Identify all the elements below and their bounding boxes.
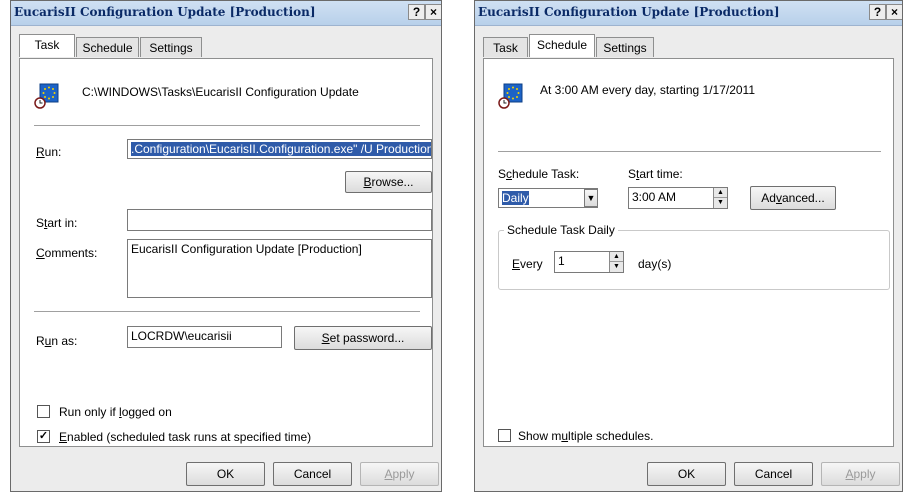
days-label: day(s) <box>638 257 672 271</box>
browse-button[interactable]: Browse... <box>345 171 432 193</box>
divider <box>34 311 420 313</box>
tab-task[interactable]: Task <box>19 34 75 57</box>
start-in-label: Start in: <box>36 216 78 230</box>
set-password-button[interactable]: Set password... <box>294 326 432 350</box>
task-properties-dialog-task-tab: EucarisII Configuration Update [Producti… <box>10 0 442 492</box>
tab-schedule[interactable]: Schedule <box>529 34 595 57</box>
enabled-checkbox[interactable]: ✓ <box>37 430 50 443</box>
schedule-summary: At 3:00 AM every day, starting 1/17/2011 <box>540 83 756 97</box>
schedule-task-dropdown[interactable]: Daily <box>498 188 598 208</box>
cancel-button[interactable]: Cancel <box>734 462 813 486</box>
task-properties-dialog-schedule-tab: EucarisII Configuration Update [Producti… <box>474 0 903 492</box>
divider <box>498 151 881 153</box>
dropdown-arrow-icon[interactable]: ▼ <box>584 189 598 207</box>
help-button[interactable]: ? <box>869 4 886 20</box>
ok-button[interactable]: OK <box>186 462 265 486</box>
comments-label: Comments: <box>36 246 98 260</box>
spin-up-down-icon[interactable]: ▲ ▼ <box>609 252 623 272</box>
show-multiple-schedules-checkbox[interactable] <box>498 429 511 442</box>
close-button[interactable]: × <box>425 4 441 20</box>
show-multiple-schedules-label: Show multiple schedules. <box>518 429 654 443</box>
close-button[interactable]: × <box>886 4 902 20</box>
tab-settings[interactable]: Settings <box>140 37 202 57</box>
tab-settings[interactable]: Settings <box>596 37 654 57</box>
run-command-field[interactable]: .Configuration\EucarisII.Configuration.e… <box>127 139 432 159</box>
schedule-tab-panel: At 3:00 AM every day, starting 1/17/2011… <box>483 58 894 447</box>
ok-button[interactable]: OK <box>647 462 726 486</box>
run-label: Run: <box>36 145 62 159</box>
spin-up-down-icon[interactable]: ▲ ▼ <box>713 188 727 208</box>
start-time-label: Start time: <box>628 167 683 181</box>
run-only-logged-on-label: Run only if logged on <box>59 405 172 419</box>
schedule-daily-group-title: Schedule Task Daily <box>504 223 618 237</box>
divider <box>34 125 420 127</box>
dialog-title: EucarisII Configuration Update [Producti… <box>478 5 780 19</box>
dialog-title: EucarisII Configuration Update [Producti… <box>14 5 316 19</box>
start-in-field[interactable] <box>127 209 432 231</box>
task-path: C:\WINDOWS\Tasks\EucarisII Configuration… <box>82 85 359 99</box>
task-tab-panel: C:\WINDOWS\Tasks\EucarisII Configuration… <box>19 58 433 447</box>
tab-schedule[interactable]: Schedule <box>76 37 139 57</box>
run-as-field[interactable]: LOCRDW\eucarisii <box>127 326 282 348</box>
help-button[interactable]: ? <box>408 4 425 20</box>
cancel-button[interactable]: Cancel <box>273 462 352 486</box>
apply-button[interactable]: Apply <box>360 462 439 486</box>
scheduled-task-icon <box>498 83 524 109</box>
apply-button[interactable]: Apply <box>821 462 900 486</box>
comments-field[interactable]: EucarisII Configuration Update [Producti… <box>127 239 432 298</box>
run-only-logged-on-checkbox[interactable] <box>37 405 50 418</box>
advanced-button[interactable]: Advanced... <box>750 186 836 210</box>
every-label: Every <box>512 257 543 271</box>
run-as-label: Run as: <box>36 334 78 348</box>
scheduled-task-icon <box>34 83 60 109</box>
title-bar[interactable]: EucarisII Configuration Update [Producti… <box>475 1 902 26</box>
tab-task[interactable]: Task <box>483 37 528 57</box>
enabled-label: Enabled (scheduled task runs at specifie… <box>59 430 312 444</box>
schedule-task-label: Schedule Task: <box>498 167 580 181</box>
title-bar[interactable]: EucarisII Configuration Update [Producti… <box>11 1 441 26</box>
